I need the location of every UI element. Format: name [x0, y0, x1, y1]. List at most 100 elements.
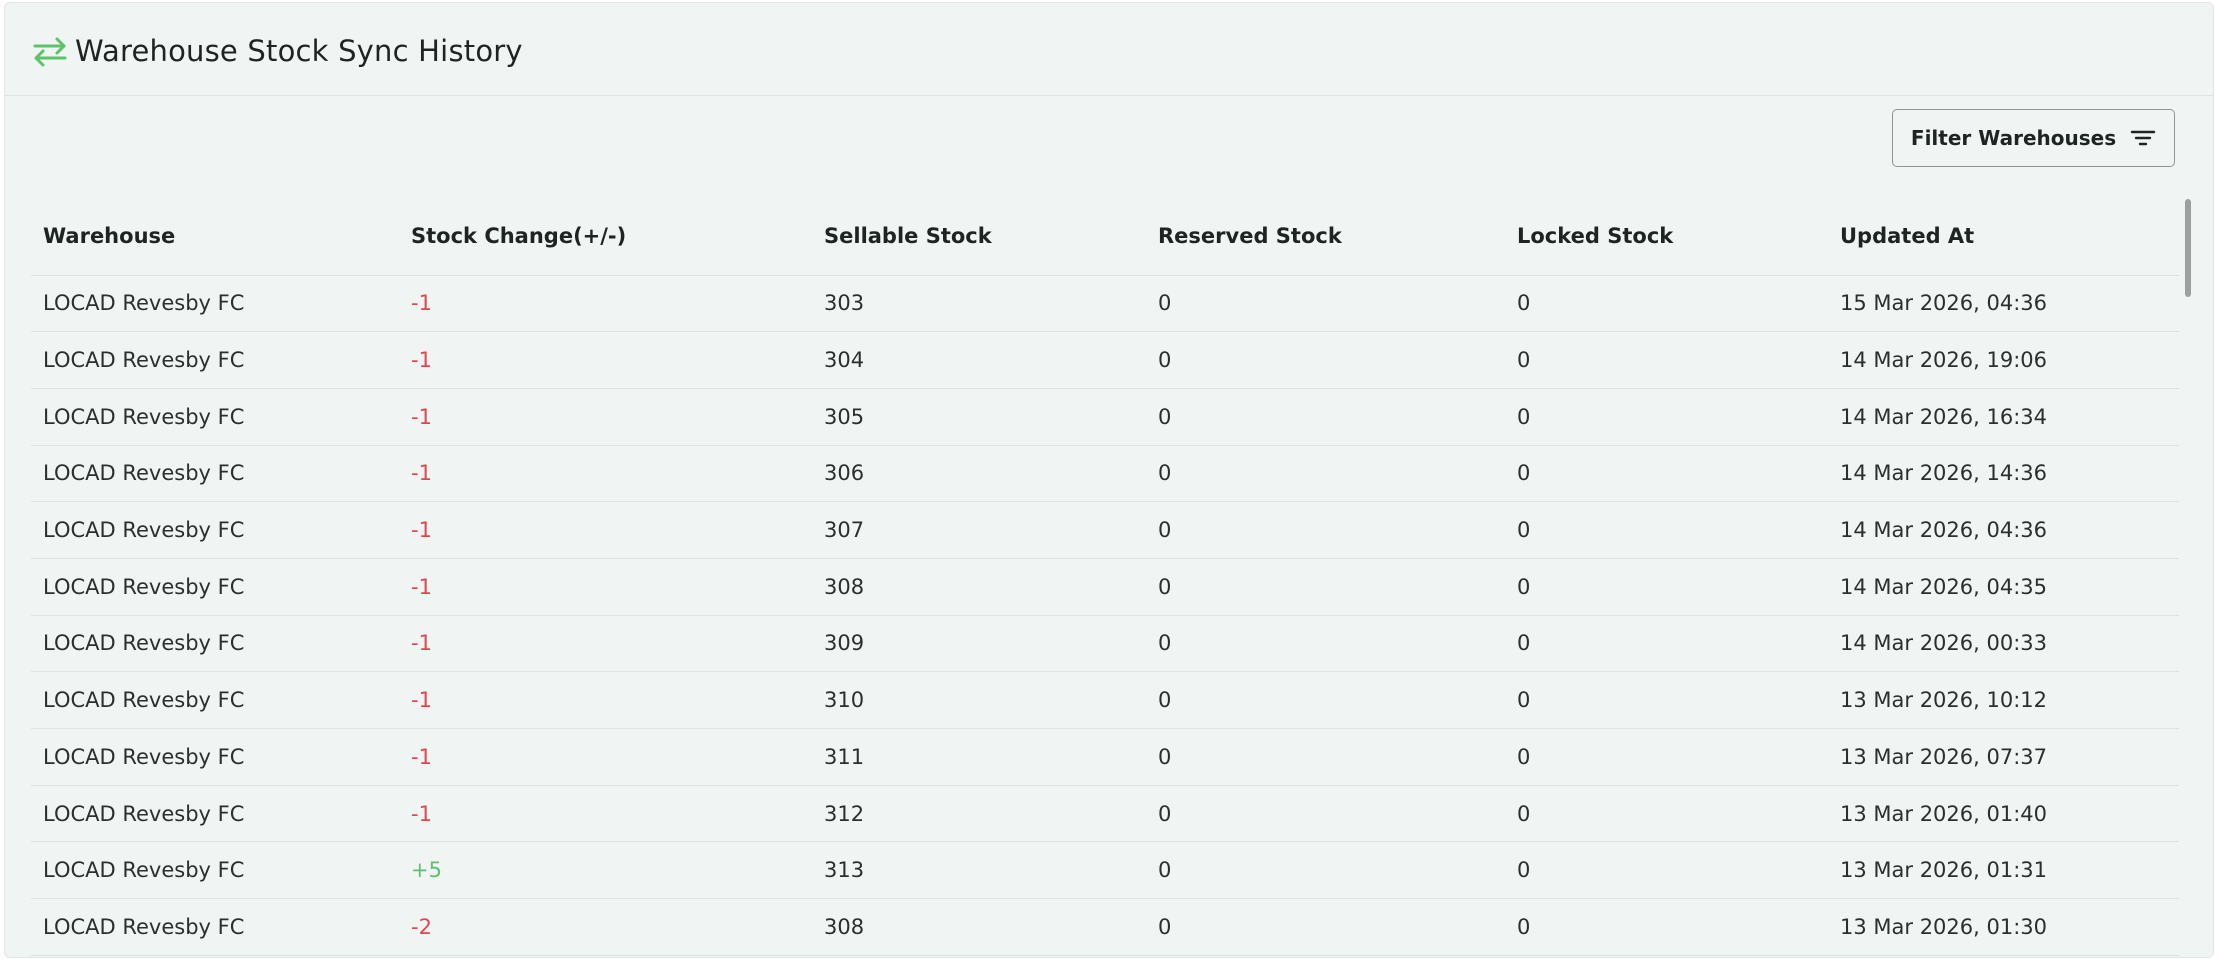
cell-stock-change: -1 — [399, 331, 812, 389]
cell-locked-stock: 0 — [1505, 388, 1828, 446]
cell-reserved-stock: 0 — [1146, 501, 1505, 559]
table-row[interactable]: LOCAD Revesby FC -1 305 0 0 14 Mar 2026, 16:3… — [31, 388, 2179, 446]
filter-lines-icon — [2130, 130, 2156, 146]
cell-reserved-stock: 0 — [1146, 615, 1505, 673]
cell-stock-change: +5 — [399, 841, 812, 900]
cell-warehouse: LOCAD Revesby FC — [31, 898, 399, 956]
cell-updated-at: 14 Mar 2026, 16:34 — [1828, 388, 2179, 446]
table-row[interactable]: LOCAD Revesby FC -1 303 0 0 15 Mar 2026, 04:3… — [31, 275, 2179, 333]
table-row[interactable]: LOCAD Revesby FC -1 306 0 0 14 Mar 2026, 14:3… — [31, 445, 2179, 503]
cell-reserved-stock: 0 — [1146, 275, 1505, 333]
cell-updated-at: 13 Mar 2026, 01:40 — [1828, 785, 2179, 843]
cell-warehouse: LOCAD Revesby FC — [31, 501, 399, 559]
table-row[interactable]: LOCAD Revesby FC -1 312 0 0 13 Mar 2026, 01:4… — [31, 785, 2179, 843]
cell-warehouse: LOCAD Revesby FC — [31, 275, 399, 333]
stock-history-table-container: Warehouse Stock Change(+/-) Sellable Sto… — [31, 197, 2179, 957]
cell-stock-change: -1 — [399, 615, 812, 673]
cell-updated-at: 13 Mar 2026, 01:31 — [1828, 841, 2179, 900]
cell-sellable-stock: 304 — [812, 331, 1146, 389]
cell-warehouse: LOCAD Revesby FC — [31, 785, 399, 843]
cell-sellable-stock: 308 — [812, 898, 1146, 956]
cell-locked-stock: 0 — [1505, 898, 1828, 956]
column-header-updated-at[interactable]: Updated At — [1828, 197, 2179, 276]
cell-sellable-stock: 310 — [812, 671, 1146, 729]
cell-sellable-stock: 303 — [812, 275, 1146, 333]
cell-warehouse: LOCAD Revesby FC — [31, 558, 399, 616]
sync-arrows-icon — [33, 37, 67, 67]
cell-locked-stock: 0 — [1505, 445, 1828, 503]
cell-reserved-stock: 0 — [1146, 671, 1505, 729]
cell-updated-at: 13 Mar 2026, 07:37 — [1828, 728, 2179, 786]
cell-locked-stock: 0 — [1505, 501, 1828, 559]
table-row[interactable]: LOCAD Revesby FC -2 308 0 0 13 Mar 2026, 01:3… — [31, 898, 2179, 956]
cell-locked-stock: 0 — [1505, 615, 1828, 673]
cell-locked-stock: 0 — [1505, 728, 1828, 786]
cell-stock-change: -1 — [399, 445, 812, 503]
table-row[interactable]: LOCAD Revesby FC -1 304 0 0 14 Mar 2026, 19:0… — [31, 331, 2179, 389]
table-row[interactable]: LOCAD Revesby FC -1 309 0 0 14 Mar 2026, 00:3… — [31, 615, 2179, 673]
column-header-sellable-stock[interactable]: Sellable Stock — [812, 197, 1146, 276]
cell-sellable-stock: 308 — [812, 558, 1146, 616]
cell-stock-change: -1 — [399, 275, 812, 333]
cell-stock-change: -1 — [399, 671, 812, 729]
table-scrollbar[interactable] — [2185, 199, 2191, 297]
page-title: Warehouse Stock Sync History — [75, 34, 523, 68]
table-header-row: Warehouse Stock Change(+/-) Sellable Sto… — [31, 197, 2179, 276]
cell-warehouse: LOCAD Revesby FC — [31, 728, 399, 786]
cell-locked-stock: 0 — [1505, 841, 1828, 900]
cell-warehouse: LOCAD Revesby FC — [31, 331, 399, 389]
panel-header: Warehouse Stock Sync History — [5, 3, 2213, 96]
cell-locked-stock: 0 — [1505, 558, 1828, 616]
column-header-warehouse[interactable]: Warehouse — [31, 197, 399, 276]
table-row[interactable]: LOCAD Revesby FC -1 308 0 0 14 Mar 2026, 04:3… — [31, 558, 2179, 616]
cell-sellable-stock: 312 — [812, 785, 1146, 843]
cell-warehouse: LOCAD Revesby FC — [31, 445, 399, 503]
cell-sellable-stock: 307 — [812, 501, 1146, 559]
cell-sellable-stock: 306 — [812, 445, 1146, 503]
cell-stock-change: -1 — [399, 728, 812, 786]
table-row[interactable]: LOCAD Revesby FC -1 311 0 0 13 Mar 2026, 07:3… — [31, 728, 2179, 786]
cell-updated-at: 14 Mar 2026, 14:36 — [1828, 445, 2179, 503]
cell-warehouse: LOCAD Revesby FC — [31, 388, 399, 446]
table-row[interactable]: LOCAD Revesby FC -1 310 0 0 13 Mar 2026, 10:1… — [31, 671, 2179, 729]
cell-sellable-stock: 309 — [812, 615, 1146, 673]
cell-reserved-stock: 0 — [1146, 898, 1505, 956]
cell-reserved-stock: 0 — [1146, 388, 1505, 446]
cell-updated-at: 14 Mar 2026, 04:35 — [1828, 558, 2179, 616]
column-header-reserved-stock[interactable]: Reserved Stock — [1146, 197, 1505, 276]
cell-stock-change: -2 — [399, 898, 812, 956]
cell-reserved-stock: 0 — [1146, 558, 1505, 616]
filter-warehouses-button[interactable]: Filter Warehouses — [1892, 109, 2175, 167]
table-row[interactable]: LOCAD Revesby FC +5 313 0 0 13 Mar 2026, 01:3… — [31, 841, 2179, 900]
cell-updated-at: 14 Mar 2026, 00:33 — [1828, 615, 2179, 673]
cell-reserved-stock: 0 — [1146, 841, 1505, 900]
table-body: LOCAD Revesby FC -1 303 0 0 15 Mar 2026, 04:3… — [31, 275, 2179, 956]
stock-history-table: Warehouse Stock Change(+/-) Sellable Sto… — [31, 197, 2179, 956]
cell-updated-at: 13 Mar 2026, 01:30 — [1828, 898, 2179, 956]
cell-stock-change: -1 — [399, 785, 812, 843]
cell-stock-change: -1 — [399, 558, 812, 616]
cell-warehouse: LOCAD Revesby FC — [31, 841, 399, 900]
cell-sellable-stock: 313 — [812, 841, 1146, 900]
cell-stock-change: -1 — [399, 388, 812, 446]
column-header-stock-change[interactable]: Stock Change(+/-) — [399, 197, 812, 276]
filter-button-label: Filter Warehouses — [1910, 126, 2117, 150]
cell-updated-at: 14 Mar 2026, 19:06 — [1828, 331, 2179, 389]
cell-warehouse: LOCAD Revesby FC — [31, 671, 399, 729]
cell-locked-stock: 0 — [1505, 331, 1828, 389]
stock-sync-panel: Warehouse Stock Sync History Filter Ware… — [4, 2, 2214, 958]
cell-locked-stock: 0 — [1505, 671, 1828, 729]
table-row[interactable]: LOCAD Revesby FC -1 307 0 0 14 Mar 2026, 04:3… — [31, 501, 2179, 559]
cell-reserved-stock: 0 — [1146, 331, 1505, 389]
cell-sellable-stock: 305 — [812, 388, 1146, 446]
column-header-locked-stock[interactable]: Locked Stock — [1505, 197, 1828, 276]
cell-warehouse: LOCAD Revesby FC — [31, 615, 399, 673]
cell-reserved-stock: 0 — [1146, 785, 1505, 843]
cell-reserved-stock: 0 — [1146, 445, 1505, 503]
cell-sellable-stock: 311 — [812, 728, 1146, 786]
cell-reserved-stock: 0 — [1146, 728, 1505, 786]
cell-locked-stock: 0 — [1505, 275, 1828, 333]
cell-locked-stock: 0 — [1505, 785, 1828, 843]
cell-stock-change: -1 — [399, 501, 812, 559]
cell-updated-at: 13 Mar 2026, 10:12 — [1828, 671, 2179, 729]
